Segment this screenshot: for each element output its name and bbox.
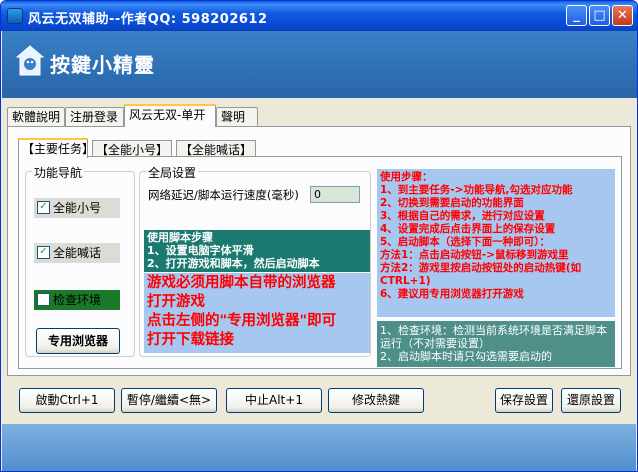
delay-input[interactable]: 0 (310, 186, 360, 203)
notice-line: 打开下载链接 (147, 332, 234, 348)
window-title: 风云无双辅助--作者QQ: 598202612 (28, 12, 268, 27)
checkbox-label: 全能喊话 (53, 246, 102, 260)
delay-label: 网络延迟/脚本运行速度(毫秒) (148, 188, 299, 202)
script-step: 2、打开游戏和脚本，然后启动脚本 (147, 257, 320, 270)
step-line: 4、设置完成后点击界面上的保存设置 (380, 223, 556, 235)
restore-settings-button[interactable]: 還原設置 (561, 388, 621, 413)
notice-line: 点击左侧的"专用浏览器"即可 (147, 313, 337, 329)
step-line: 5、启动脚本（选择下面一种即可）： (380, 236, 551, 248)
checkbox-all-alt[interactable]: ✓ 全能小号 (34, 198, 120, 218)
dedicated-browser-button[interactable]: 专用浏览器 (36, 328, 120, 354)
checkbox-label: 检查环境 (53, 293, 102, 307)
step-line: 2、切换到需要启动的功能界面 (380, 197, 524, 209)
subtab-main-tasks[interactable]: 【主要任务】 (18, 138, 94, 158)
check-icon: ✓ (37, 201, 50, 214)
global-settings-title: 全局设置 (146, 164, 199, 181)
steps-title: 使用步骤： (380, 171, 433, 183)
notice-line: 打开游戏 (147, 294, 205, 310)
app-window: 风云无双辅助--作者QQ: 598202612 _ □ ✕ 按鍵小精靈 軟體說明… (0, 0, 638, 472)
title-bar[interactable]: 风云无双辅助--作者QQ: 598202612 _ □ ✕ (1, 1, 637, 31)
step-line: 方法1：点击启动按钮->鼠标移到游戏里 (380, 249, 569, 261)
step-line: 6、建议用专用浏览器打开游戏 (380, 288, 524, 300)
app-icon (7, 8, 23, 24)
env-info-panel: 1、检查环境：检测当前系统环境是否满足脚本运行（不对需要设置） 2、启动脚本时请… (377, 321, 615, 367)
notice-line: 游戏必须用脚本自带的浏览器 (147, 275, 336, 291)
global-settings-group: 全局设置 网络延迟/脚本运行速度(毫秒) 0 使用脚本步骤 1、设置电脑字体平滑… (139, 164, 371, 357)
step-line: 1、到主要任务->功能导航,勾选对应功能 (380, 184, 573, 196)
tab-software-info[interactable]: 軟體說明 (7, 107, 65, 126)
checkbox-all-shout[interactable]: ✓ 全能喊话 (34, 243, 120, 263)
edit-hotkeys-button[interactable]: 修改熱鍵 (328, 388, 424, 413)
main-tasks-panel: 功能导航 ✓ 全能小号 ✓ 全能喊话 检查环境 专用浏览器 全局设置 网络延迟/脚本… (18, 156, 622, 369)
info-line: 1、检查环境：检测当前系统环境是否满足脚本运行（不对需要设置） (380, 324, 607, 350)
script-steps-title: 使用脚本步骤 (147, 231, 213, 244)
info-line: 2、启动脚本时请只勾选需要启动的 (380, 350, 552, 363)
tab-register-login[interactable]: 注册登录 (65, 107, 124, 126)
checkbox-label: 全能小号 (53, 201, 102, 215)
nav-group: 功能导航 ✓ 全能小号 ✓ 全能喊话 检查环境 专用浏览器 (25, 164, 135, 357)
step-line: 3、根据自己的需求，进行对应设置 (380, 210, 545, 222)
script-step: 1、设置电脑字体平滑 (147, 244, 254, 257)
pause-resume-button[interactable]: 暫停/繼續<無> (121, 388, 217, 413)
main-tab-panel: 【主要任务】 【全能小号】 【全能喊话】 功能导航 ✓ 全能小号 ✓ 全能喊话 检查… (7, 126, 631, 376)
bottom-toolbar: 啟動Ctrl+1 暫停/繼續<無> 中止Alt+1 修改熱鍵 保存設置 還原設置 (1, 381, 637, 415)
maximize-button[interactable]: □ (589, 5, 610, 26)
checkbox-check-env[interactable]: 检查环境 (34, 290, 120, 310)
stop-button[interactable]: 中止Alt+1 (226, 388, 322, 413)
step-line: 方法2：游戏里按启动按钮处的启动热键(如CTRL+1) (380, 262, 582, 287)
logo-text: 按鍵小精靈 (50, 53, 155, 77)
logo-icon (16, 45, 44, 76)
browser-notice-box: 游戏必须用脚本自带的浏览器 打开游戏 点击左侧的"专用浏览器"即可 打开下载链接 (144, 273, 370, 353)
check-icon: ✓ (37, 246, 50, 259)
script-steps-box: 使用脚本步骤 1、设置电脑字体平滑 2、打开游戏和脚本，然后启动脚本 (144, 230, 370, 272)
start-button[interactable]: 啟動Ctrl+1 (19, 388, 115, 413)
footer-strip (2, 424, 636, 471)
save-settings-button[interactable]: 保存設置 (495, 388, 553, 413)
usage-steps-panel: 使用步骤： 1、到主要任务->功能导航,勾选对应功能 2、切换到需要启动的功能界… (377, 169, 615, 317)
nav-group-title: 功能导航 (32, 164, 85, 181)
minimize-button[interactable]: _ (566, 5, 587, 26)
close-button[interactable]: ✕ (612, 5, 633, 26)
checkbox-box (37, 293, 50, 306)
tab-declaration[interactable]: 聲明 (216, 107, 258, 126)
tab-fengyun-single[interactable]: 风云无双-单开 (124, 104, 216, 127)
header-banner: 按鍵小精靈 (2, 31, 637, 98)
